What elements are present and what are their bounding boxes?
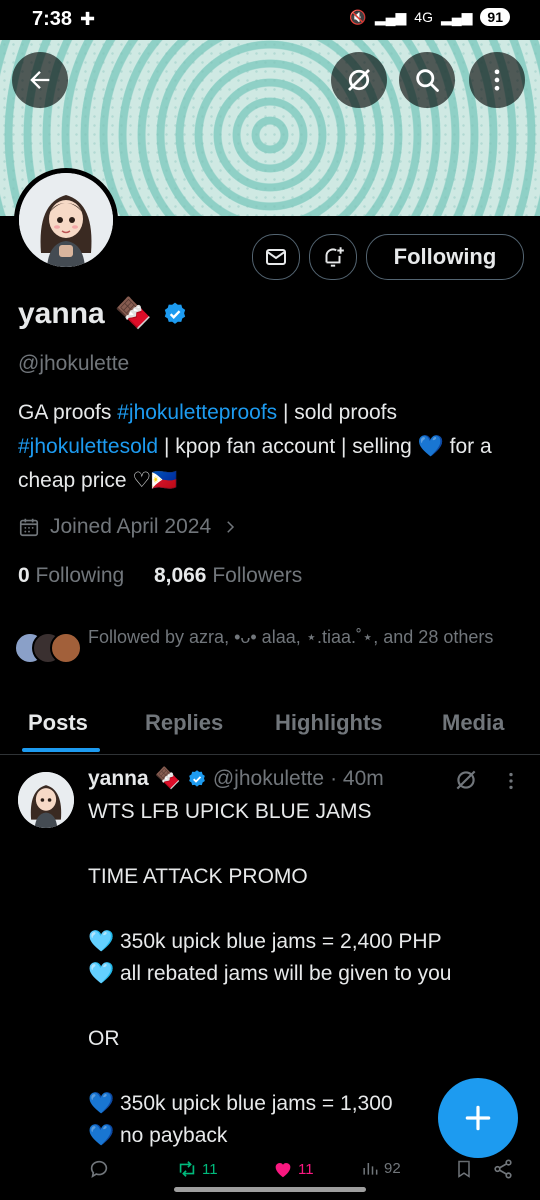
verified-badge-icon xyxy=(189,770,205,787)
plus-icon xyxy=(465,1105,491,1131)
like-button[interactable]: 11 xyxy=(272,1158,314,1180)
grok-button[interactable] xyxy=(331,52,387,108)
signal-icon: ▂▄▆ xyxy=(374,8,407,25)
compose-post-button[interactable] xyxy=(438,1078,518,1158)
retweet-icon xyxy=(179,1161,195,1177)
views-button[interactable]: 92 xyxy=(360,1158,401,1178)
reply-button[interactable] xyxy=(88,1158,110,1180)
post-avatar[interactable] xyxy=(18,772,74,828)
post-timestamp: · 40m xyxy=(330,767,384,790)
tab-replies[interactable]: Replies xyxy=(145,710,223,736)
profile-avatar[interactable] xyxy=(14,168,118,272)
message-button[interactable] xyxy=(252,234,300,280)
network-label: 4G xyxy=(414,9,433,25)
hashtag-link[interactable]: #jhokulettesold xyxy=(18,435,158,458)
follower-avatar xyxy=(50,632,82,664)
tab-posts[interactable]: Posts xyxy=(28,710,88,736)
post-actions: 11 11 92 xyxy=(88,1156,518,1184)
retweet-button[interactable]: 11 xyxy=(176,1158,218,1180)
share-icon xyxy=(494,1159,512,1179)
post-header: yanna 🍫 @jhokulette · 40m xyxy=(88,767,384,791)
calendar-icon xyxy=(19,518,39,537)
verified-badge-icon xyxy=(164,302,186,324)
share-button[interactable] xyxy=(492,1158,514,1180)
more-options-button[interactable] xyxy=(469,52,525,108)
profile-handle: @jhokulette xyxy=(18,352,130,375)
followers-count-link[interactable]: 8,066 Followers xyxy=(154,564,302,587)
notify-button[interactable] xyxy=(309,234,357,280)
arrow-left-icon xyxy=(30,71,50,89)
back-button[interactable] xyxy=(12,52,68,108)
view-count: 92 xyxy=(384,1159,401,1177)
avatar-illustration xyxy=(18,772,74,828)
avatar-illustration xyxy=(19,173,113,267)
home-indicator[interactable] xyxy=(174,1187,366,1192)
active-tab-indicator xyxy=(22,748,100,752)
heart-filled-icon xyxy=(275,1163,291,1178)
notification-icon: ✚ xyxy=(80,9,96,29)
profile-tabs: Posts Replies Highlights Media xyxy=(0,698,540,755)
post-author-handle: @jhokulette xyxy=(212,767,325,790)
signal-icon-2: ▂▄▆ xyxy=(440,8,473,25)
analytics-icon xyxy=(363,1163,378,1175)
profile-name-row: yanna 🍫 xyxy=(18,296,188,331)
post-more-icon[interactable] xyxy=(500,769,522,793)
profile-name: yanna xyxy=(18,296,105,330)
joined-date-row[interactable]: Joined April 2024 xyxy=(18,515,239,539)
mute-icon: 🔇 xyxy=(349,8,367,25)
status-time: 7:38 xyxy=(32,8,73,30)
profile-bio: GA proofs #jhokuletteproofs | sold proof… xyxy=(18,401,492,492)
bell-plus-icon xyxy=(325,247,344,267)
status-icons: 🔇 ▂▄▆ 4G ▂▄▆ 91 xyxy=(349,8,510,26)
grok-icon xyxy=(348,69,370,91)
name-emoji: 🍫 xyxy=(114,297,153,330)
grok-icon[interactable] xyxy=(453,767,479,793)
bookmark-button[interactable] xyxy=(454,1158,474,1180)
search-button[interactable] xyxy=(399,52,455,108)
more-vertical-icon xyxy=(494,69,500,91)
tab-highlights[interactable]: Highlights xyxy=(275,710,383,736)
tab-media[interactable]: Media xyxy=(442,710,504,736)
search-icon xyxy=(416,69,439,92)
post-name-emoji: 🍫 xyxy=(154,767,181,790)
follow-counts: 0 Following 8,066 Followers xyxy=(18,564,302,588)
battery-indicator: 91 xyxy=(480,8,510,26)
like-count: 11 xyxy=(298,1160,314,1178)
following-count-link[interactable]: 0 Following xyxy=(18,564,124,587)
retweet-count: 11 xyxy=(202,1160,218,1178)
bookmark-icon xyxy=(458,1160,470,1178)
post-author-name[interactable]: yanna xyxy=(88,767,149,791)
followed-by-text[interactable]: Followed by azra, •ᴗ• alaa, ⋆.tiaa.˚⋆, a… xyxy=(88,624,508,651)
reply-icon xyxy=(90,1160,108,1179)
joined-date: Joined April 2024 xyxy=(50,515,212,538)
chevron-right-icon xyxy=(227,521,235,533)
status-bar: 7:38 ✚ 🔇 ▂▄▆ 4G ▂▄▆ 91 xyxy=(0,0,540,40)
following-button[interactable]: Following xyxy=(366,234,524,280)
hashtag-link[interactable]: #jhokuletteproofs xyxy=(117,401,277,424)
envelope-icon xyxy=(266,249,286,265)
